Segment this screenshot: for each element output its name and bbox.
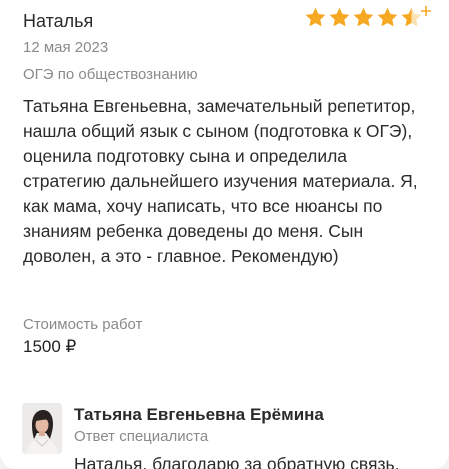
review-text: Татьяна Евгеньевна, замечательный репети… xyxy=(23,96,418,266)
reviewer-name: Наталья xyxy=(23,11,94,31)
specialist-role: Ответ специалиста xyxy=(74,428,209,445)
review-card: Наталья 12 мая 2023 ОГЭ по обществознани… xyxy=(0,0,449,469)
cost-label: Стоимость работ xyxy=(23,316,143,333)
cost-value: 1500 ₽ xyxy=(23,337,77,356)
star-full-icon xyxy=(328,6,351,29)
star-full-icon xyxy=(352,6,375,29)
review-subject: ОГЭ по обществознанию xyxy=(23,66,198,83)
specialist-avatar[interactable] xyxy=(22,403,62,454)
star-full-icon xyxy=(304,6,327,29)
specialist-response-text: Наталья, благодарю за обратную связь. xyxy=(74,454,400,469)
sparkle-icon xyxy=(421,6,431,16)
star-full-icon xyxy=(376,6,399,29)
rating-stars xyxy=(304,6,423,29)
star-half-icon xyxy=(400,6,423,29)
specialist-name[interactable]: Татьяна Евгеньевна Ерёмина xyxy=(74,405,324,425)
review-date: 12 мая 2023 xyxy=(23,39,109,56)
